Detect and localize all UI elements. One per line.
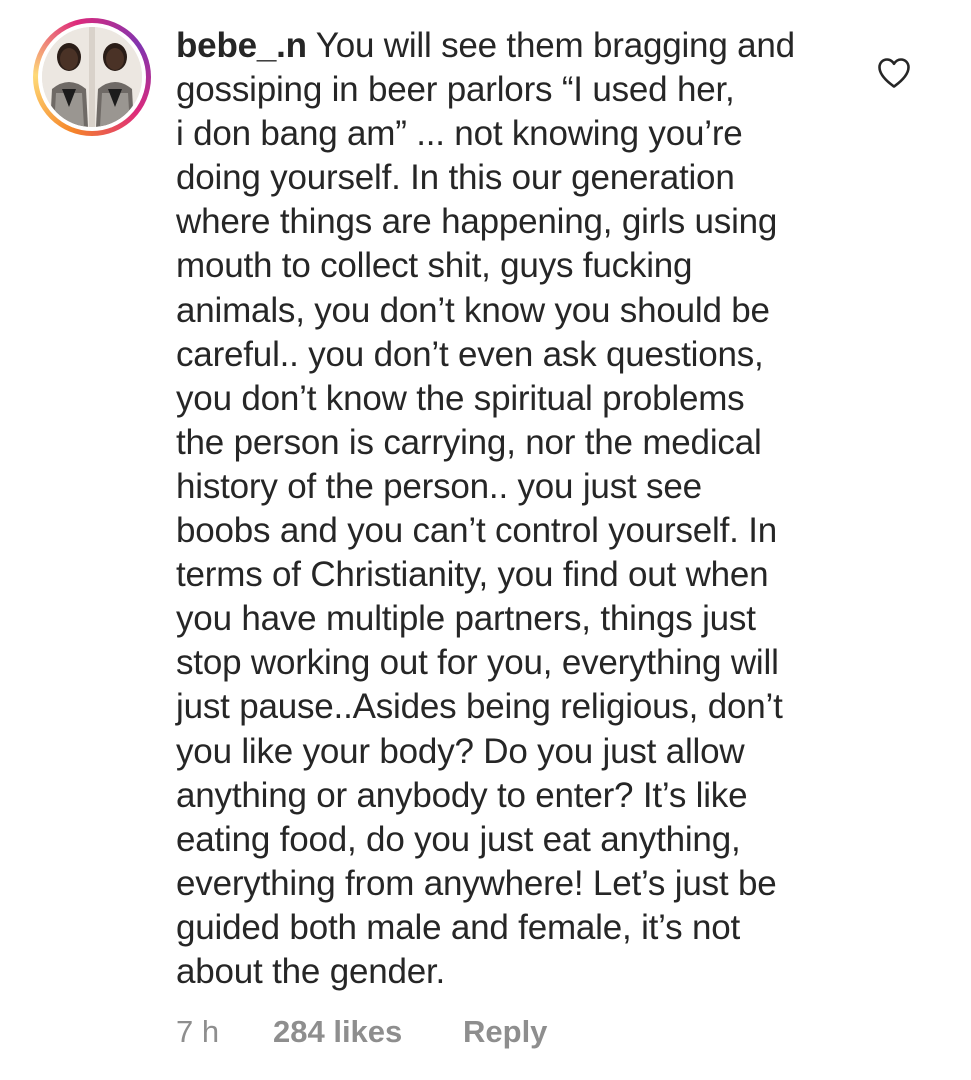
comment: bebe_.n You will see them bragging and g… [0, 0, 971, 1080]
comment-line: i don bang am” ... not knowing you’re [176, 114, 743, 154]
heart-outline-icon[interactable] [877, 57, 911, 89]
comment-line: animals, you don’t know you should be [176, 290, 770, 330]
comment-line: guided both male and female, it’s not [176, 907, 740, 947]
avatar-story-ring[interactable] [33, 18, 151, 136]
avatar-ring-gap [38, 23, 146, 131]
comment-line: you have multiple partners, things just [176, 599, 756, 639]
comment-line: everything from anywhere! Let’s just be [176, 863, 777, 903]
comment-likes-count[interactable]: 284 likes [273, 1014, 463, 1050]
reply-button[interactable]: Reply [463, 1014, 547, 1050]
comment-line: the person is carrying, nor the medical [176, 422, 762, 462]
comment-line: stop working out for you, everything wil… [176, 643, 779, 683]
avatar [42, 27, 142, 127]
comment-line: about the gender. [176, 951, 446, 991]
comment-body: bebe_.n You will see them bragging and g… [176, 24, 876, 994]
comment-line: anything or anybody to enter? It’s like [176, 775, 748, 815]
comment-line: you don’t know the spiritual problems [176, 378, 745, 418]
comment-line: bebe_.n You will see them bragging and [176, 24, 876, 68]
comment-username[interactable]: bebe_.n [176, 26, 307, 65]
comment-line: gossiping in beer parlors “I used her, [176, 70, 735, 110]
comment-line: you like your body? Do you just allow [176, 731, 745, 771]
comment-line: mouth to collect shit, guys fucking [176, 246, 693, 286]
avatar-photo [42, 27, 142, 127]
comment-line: where things are happening, girls using [176, 202, 778, 242]
comment-line: just pause..Asides being religious, don’… [176, 687, 783, 727]
comment-line: eating food, do you just eat anything, [176, 819, 741, 859]
comment-line: careful.. you don’t even ask questions, [176, 334, 764, 374]
comment-line: history of the person.. you just see [176, 466, 702, 506]
comment-timestamp: 7 h [176, 1014, 220, 1049]
comment-meta: 7 h 284 likes Reply [176, 1011, 547, 1053]
comment-text: You will see them bragging and [315, 26, 795, 65]
comment-line: doing yourself. In this our generation [176, 158, 735, 198]
comment-line: boobs and you can’t control yourself. In [176, 511, 777, 551]
comment-line: terms of Christianity, you find out when [176, 555, 769, 595]
